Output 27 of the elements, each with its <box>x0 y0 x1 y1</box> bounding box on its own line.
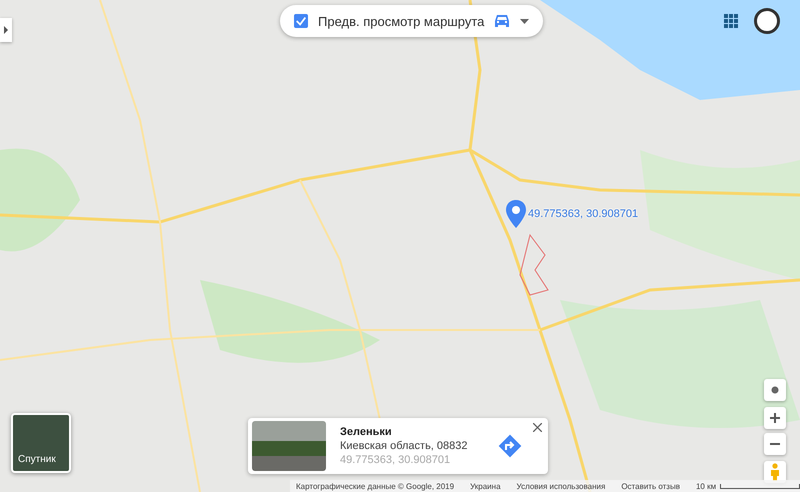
checkbox[interactable] <box>294 14 308 28</box>
scale-label: 10 км <box>696 482 716 490</box>
zoom-out-button[interactable] <box>764 433 786 455</box>
zoom-in-button[interactable] <box>764 407 786 429</box>
satellite-layer-button[interactable]: Спутник <box>11 413 71 473</box>
coordinates-label: 49.775363, 30.908701 <box>528 208 638 220</box>
close-icon[interactable] <box>533 423 542 432</box>
panel-toggle-button[interactable] <box>0 18 12 42</box>
place-title: Зеленьки <box>340 426 393 438</box>
my-location-button[interactable] <box>764 379 786 401</box>
location-dot-icon <box>771 386 779 394</box>
route-preview-label: Предв. просмотр маршрута <box>318 14 484 28</box>
map-drawing[interactable] <box>0 0 800 492</box>
map-pin-icon <box>506 200 526 228</box>
place-address: Киевская область, 08832 <box>340 440 469 452</box>
photo-placeholder[interactable] <box>252 421 326 471</box>
plus-icon <box>770 413 780 423</box>
caret-icon <box>3 26 9 34</box>
footer-link[interactable]: Оставить отзыв <box>621 482 680 490</box>
attribution-text: Картографические данные © Google, 2019 <box>296 482 454 490</box>
dropdown-caret-icon[interactable] <box>520 18 530 24</box>
apps-grid-icon[interactable] <box>724 14 738 28</box>
footer-link[interactable]: Условия использования <box>516 482 606 490</box>
footer-link[interactable]: Украина <box>470 482 501 490</box>
car-icon[interactable] <box>494 14 510 28</box>
place-coordinates: 49.775363, 30.908701 <box>340 454 452 466</box>
pegman-icon <box>770 463 780 481</box>
